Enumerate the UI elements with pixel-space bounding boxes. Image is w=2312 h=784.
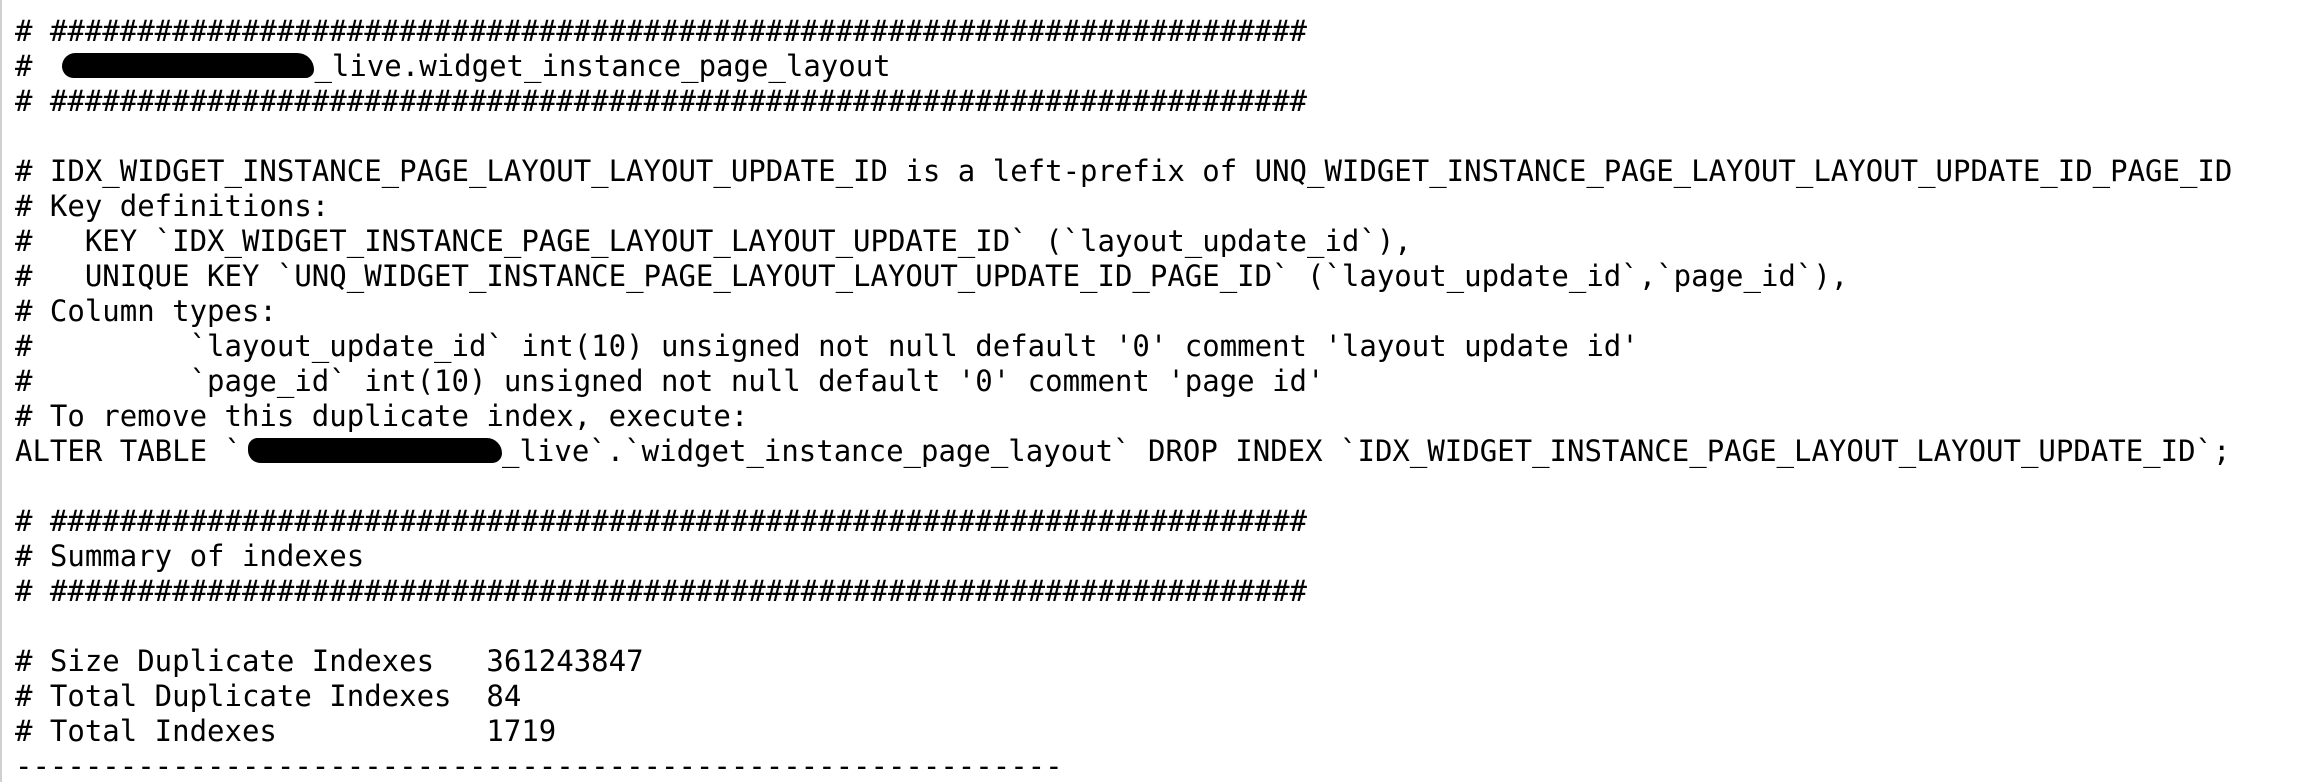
section-separator: # ######################################… — [15, 574, 1308, 608]
summary-total-indexes: # Total Indexes 1719 — [15, 714, 557, 748]
key-definition-unq: # UNIQUE KEY `UNQ_WIDGET_INSTANCE_PAGE_L… — [15, 259, 1849, 293]
output-footer-rule: ----------------------------------------… — [15, 749, 1063, 783]
summary-size-duplicate-indexes: # Size Duplicate Indexes 361243847 — [15, 644, 644, 678]
key-definitions-heading: # Key definitions: — [15, 189, 330, 223]
terminal-output[interactable]: # ######################################… — [15, 14, 2232, 784]
table-name-suffix: _live.widget_instance_page_layout — [314, 49, 891, 83]
summary-total-duplicate-indexes: # Total Duplicate Indexes 84 — [15, 679, 522, 713]
section-separator: # ######################################… — [15, 84, 1308, 118]
column-type-page-id: # `page_id` int(10) unsigned not null de… — [15, 364, 1325, 398]
summary-heading: # Summary of indexes — [15, 539, 365, 573]
redacted-database-name — [247, 438, 502, 463]
redacted-database-name — [62, 53, 315, 78]
terminal-window: # ######################################… — [0, 0, 2312, 784]
section-separator: # ######################################… — [15, 504, 1308, 538]
window-left-border — [0, 0, 2, 782]
remove-instruction: # To remove this duplicate index, execut… — [15, 399, 749, 433]
alter-table-suffix: _live`.`widget_instance_page_layout` DRO… — [501, 434, 2231, 468]
column-type-layout-update-id: # `layout_update_id` int(10) unsigned no… — [15, 329, 1639, 363]
table-heading-line: # _live.widget_instance_page_layout — [15, 49, 2232, 84]
duplicate-index-description: # IDX_WIDGET_INSTANCE_PAGE_LAYOUT_LAYOUT… — [15, 154, 2233, 188]
key-definition-idx: # KEY `IDX_WIDGET_INSTANCE_PAGE_LAYOUT_L… — [15, 224, 1412, 258]
column-types-heading: # Column types: — [15, 294, 277, 328]
alter-table-statement[interactable]: ALTER TABLE ` _live`.`widget_instance_pag… — [15, 434, 2232, 469]
comment-marker: # — [15, 49, 33, 83]
section-separator: # ######################################… — [15, 14, 1308, 48]
alter-table-prefix: ALTER TABLE ` — [15, 434, 242, 468]
